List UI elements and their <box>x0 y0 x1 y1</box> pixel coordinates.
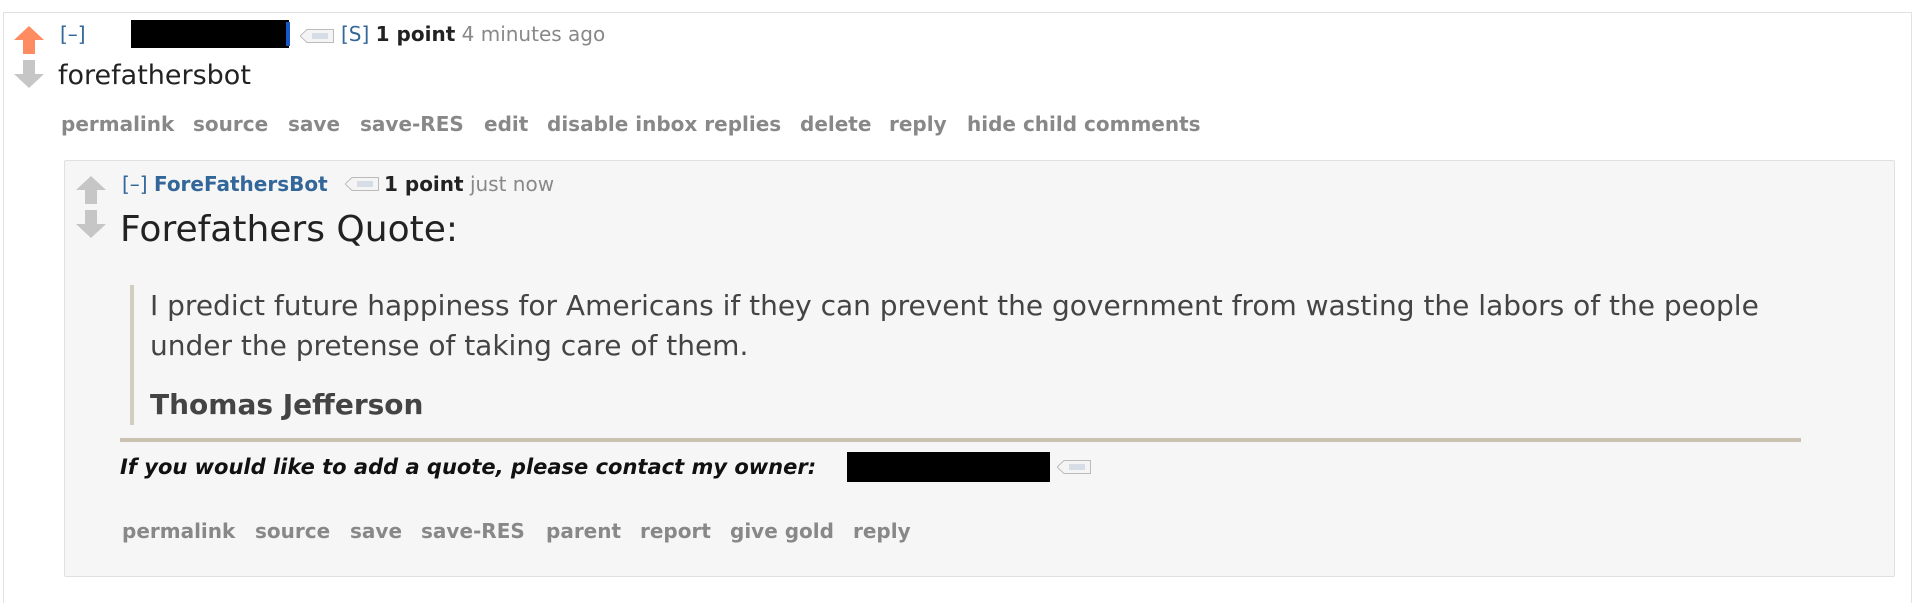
delete-button[interactable]: delete <box>800 112 871 136</box>
child-tagline: [–] ForeFathersBot <box>122 172 328 196</box>
quote-heading: Forefathers Quote: <box>120 209 458 250</box>
permalink-button[interactable]: permalink <box>122 519 235 543</box>
edit-button[interactable]: edit <box>484 112 528 136</box>
collapse-toggle[interactable]: [–] <box>60 22 86 46</box>
user-tag-icon[interactable] <box>300 29 334 43</box>
save-res-button[interactable]: save-RES <box>421 519 525 543</box>
parent-tagline: [–] <box>60 22 86 46</box>
save-res-button[interactable]: save-RES <box>360 112 464 136</box>
source-button[interactable]: source <box>255 519 330 543</box>
timestamp: 4 minutes ago <box>461 22 606 46</box>
hide-child-comments-button[interactable]: hide child comments <box>967 112 1201 136</box>
upvote-arrow-icon[interactable] <box>76 176 106 204</box>
parent-tagline-meta: [S] 1 point 4 minutes ago <box>341 22 605 46</box>
save-button[interactable]: save <box>288 112 340 136</box>
downvote-arrow-icon[interactable] <box>76 210 106 238</box>
blockquote-bar <box>130 285 134 425</box>
score: 1 point <box>384 172 464 196</box>
permalink-button[interactable]: permalink <box>61 112 174 136</box>
save-button[interactable]: save <box>350 519 402 543</box>
redacted-username-edge <box>286 22 290 46</box>
upvote-arrow-icon[interactable] <box>14 26 44 54</box>
score: 1 point <box>375 22 456 46</box>
report-button[interactable]: report <box>640 519 711 543</box>
submitter-marker[interactable]: [S] <box>341 22 369 46</box>
collapse-toggle[interactable]: [–] <box>122 172 148 196</box>
quote-text-line-1: I predict future happiness for Americans… <box>150 289 1759 322</box>
user-tag-icon[interactable] <box>345 177 379 191</box>
redacted-username <box>131 20 289 48</box>
reply-button[interactable]: reply <box>889 112 947 136</box>
reply-button[interactable]: reply <box>853 519 911 543</box>
parent-button[interactable]: parent <box>546 519 621 543</box>
source-button[interactable]: source <box>193 112 268 136</box>
disable-inbox-replies-button[interactable]: disable inbox replies <box>547 112 781 136</box>
author-link[interactable]: ForeFathersBot <box>154 172 328 196</box>
quote-author: Thomas Jefferson <box>150 388 424 421</box>
timestamp: just now <box>469 172 555 196</box>
downvote-arrow-icon[interactable] <box>14 60 44 88</box>
user-tag-icon[interactable] <box>1057 460 1091 474</box>
child-tagline-meta: 1 point just now <box>384 172 554 196</box>
horizontal-rule <box>120 438 1801 442</box>
redacted-owner-link <box>847 452 1050 482</box>
quote-text-line-2: under the pretense of taking care of the… <box>150 329 749 362</box>
footer-note: If you would like to add a quote, please… <box>120 455 817 479</box>
give-gold-button[interactable]: give gold <box>730 519 834 543</box>
parent-comment-body: forefathersbot <box>58 60 251 91</box>
